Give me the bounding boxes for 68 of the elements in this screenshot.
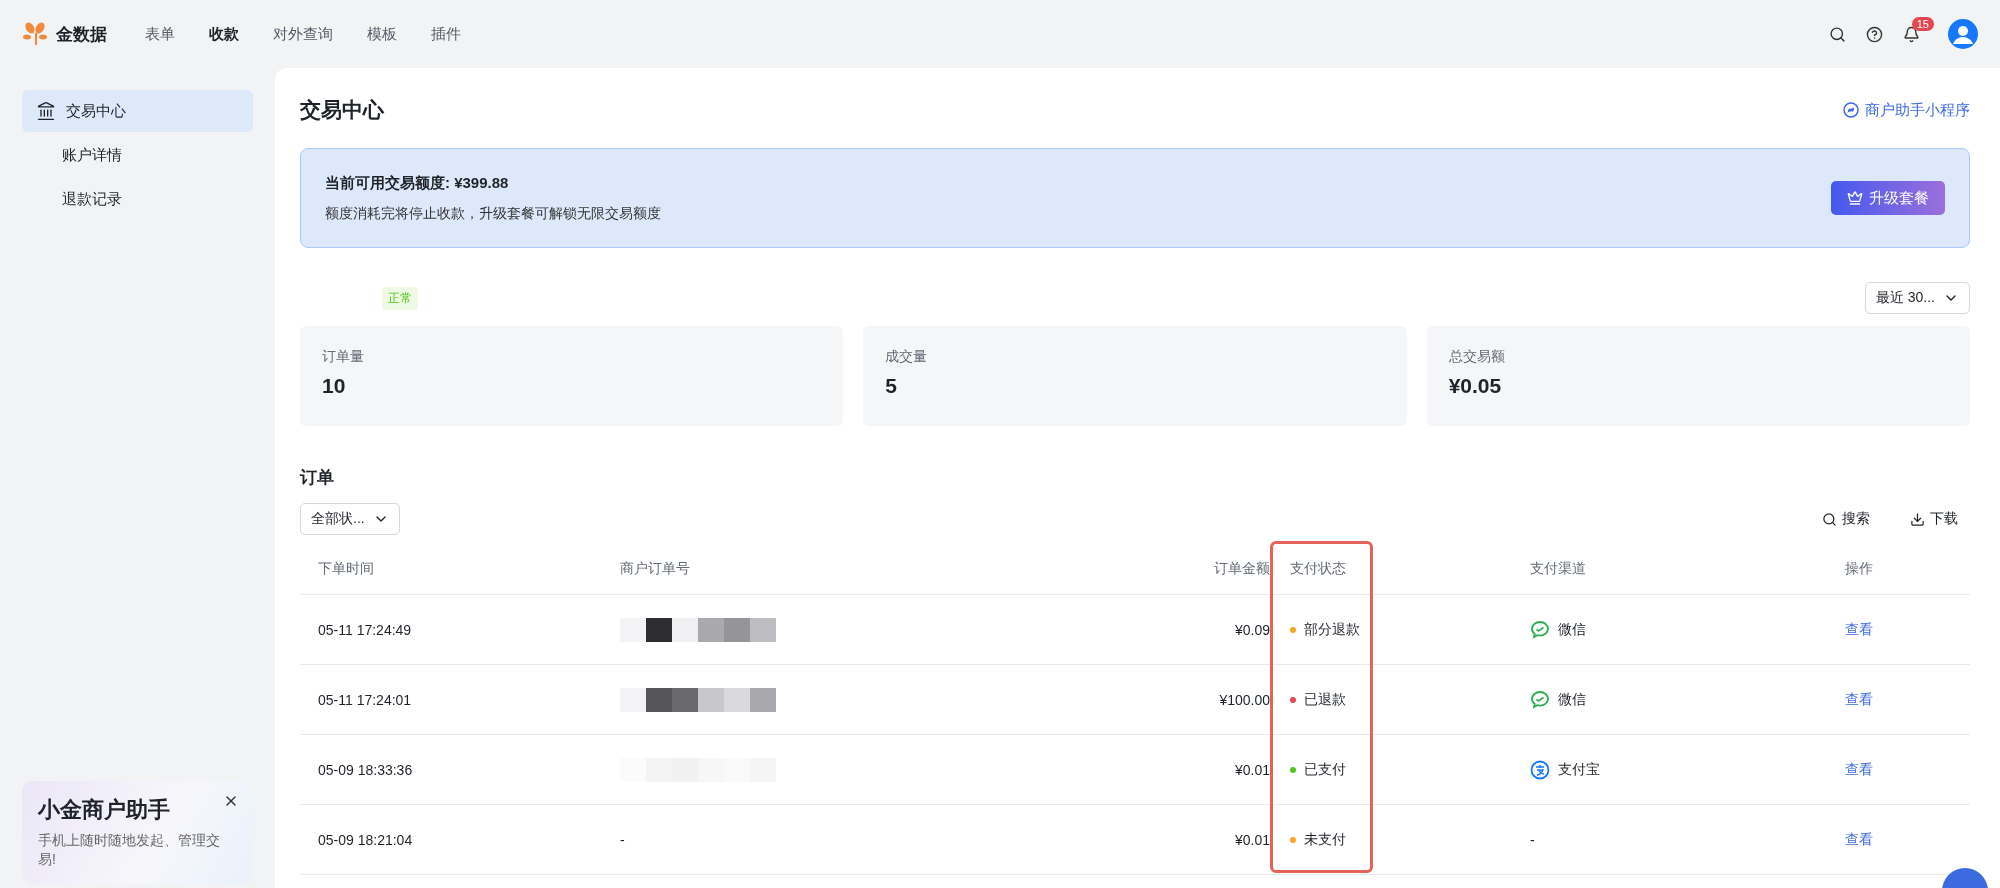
status-text: 已支付 xyxy=(1304,760,1346,779)
stat-label: 成交量 xyxy=(885,348,929,366)
sidebar-item[interactable]: 交易中心 xyxy=(22,90,253,132)
section-title: 订单 xyxy=(300,467,335,489)
view-link[interactable]: 查看 xyxy=(1845,620,1873,639)
notification-badge: 15 xyxy=(1911,17,1934,31)
promo-text: 手机上随时随地发起、管理交易! xyxy=(38,830,221,870)
sidebar-item[interactable]: 退款记录 xyxy=(22,178,253,220)
date-range-select[interactable]: 最近 30... xyxy=(1864,282,1970,314)
search-icon[interactable] xyxy=(1828,25,1846,43)
channel-text: - xyxy=(1530,831,1535,848)
avatar-icon[interactable] xyxy=(1948,19,1978,49)
search-button[interactable]: 搜索 xyxy=(1822,510,1870,528)
stat-label: 总交易额 xyxy=(1448,348,1506,366)
table-cell-text: ¥0.01 xyxy=(1233,761,1270,778)
channel-text: 支付宝 xyxy=(1558,760,1600,779)
bank-icon xyxy=(36,101,56,121)
table-cell-text: 05-09 18:21:04 xyxy=(317,831,414,848)
nav-tab[interactable]: 收款 xyxy=(209,24,239,44)
stat-value: ¥0.05 xyxy=(1448,374,1503,398)
logo-icon xyxy=(22,21,48,47)
payment-circle-icon xyxy=(1530,759,1550,780)
column-header: 订单金额 xyxy=(1213,559,1270,578)
table-cell-text: ¥100.00 xyxy=(1218,691,1270,708)
view-link[interactable]: 查看 xyxy=(1845,830,1873,849)
channel-text: 微信 xyxy=(1558,690,1586,709)
mini-program-link[interactable]: 商户助手小程序 xyxy=(1843,100,1970,120)
column-header: 商户订单号 xyxy=(620,559,691,578)
nav-tab[interactable]: 表单 xyxy=(145,24,175,44)
nav-tab[interactable]: 插件 xyxy=(431,24,461,44)
brand-name: 金数据 xyxy=(56,23,107,46)
promo-title: 小金商户助手 xyxy=(38,795,170,824)
channel-text: 微信 xyxy=(1558,620,1586,639)
stat-value: 5 xyxy=(885,374,898,398)
nav-tab[interactable]: 对外查询 xyxy=(273,24,333,44)
status-text: 已退款 xyxy=(1304,690,1346,709)
nav-tab[interactable]: 模板 xyxy=(367,24,397,44)
status-tag: 正常 xyxy=(382,286,418,310)
sidebar-item[interactable]: 账户详情 xyxy=(22,134,253,176)
status-text: 部分退款 xyxy=(1304,620,1360,639)
table-cell-text: 05-09 18:33:36 xyxy=(317,761,414,778)
stat-value: 10 xyxy=(322,374,347,398)
column-header: 支付状态 xyxy=(1289,559,1347,578)
upgrade-button[interactable]: 升级套餐 xyxy=(1831,181,1945,215)
stat-label: 订单量 xyxy=(322,348,365,366)
table-cell: - xyxy=(620,831,625,848)
status-filter-select[interactable]: 全部状... xyxy=(300,503,400,535)
table-cell-text: ¥0.01 xyxy=(1233,831,1270,848)
page-title: 交易中心 xyxy=(300,97,384,123)
view-link[interactable]: 查看 xyxy=(1845,760,1873,779)
column-header: 支付渠道 xyxy=(1530,559,1587,578)
search-icon xyxy=(1822,511,1837,527)
download-icon xyxy=(1910,511,1925,527)
chat-bubble-icon xyxy=(1530,689,1550,710)
quota-note: 额度消耗完将停止收款，升级套餐可解锁无限交易额度 xyxy=(325,204,661,223)
table-cell-text: 05-11 17:24:49 xyxy=(317,621,413,638)
link-circle-icon xyxy=(1843,102,1859,118)
quota-text: 当前可用交易额度: ¥399.88 xyxy=(325,173,510,193)
crown-icon xyxy=(1847,190,1863,206)
view-link[interactable]: 查看 xyxy=(1845,690,1873,709)
column-header: 下单时间 xyxy=(317,559,375,578)
download-button[interactable]: 下载 xyxy=(1910,510,1958,528)
help-icon[interactable] xyxy=(1865,25,1883,43)
column-header: 操作 xyxy=(1844,559,1874,578)
status-text: 未支付 xyxy=(1304,830,1346,849)
table-cell-text: ¥0.09 xyxy=(1233,621,1270,638)
table-cell-text: 05-11 17:24:01 xyxy=(317,691,413,708)
chat-bubble-icon xyxy=(1530,619,1550,640)
